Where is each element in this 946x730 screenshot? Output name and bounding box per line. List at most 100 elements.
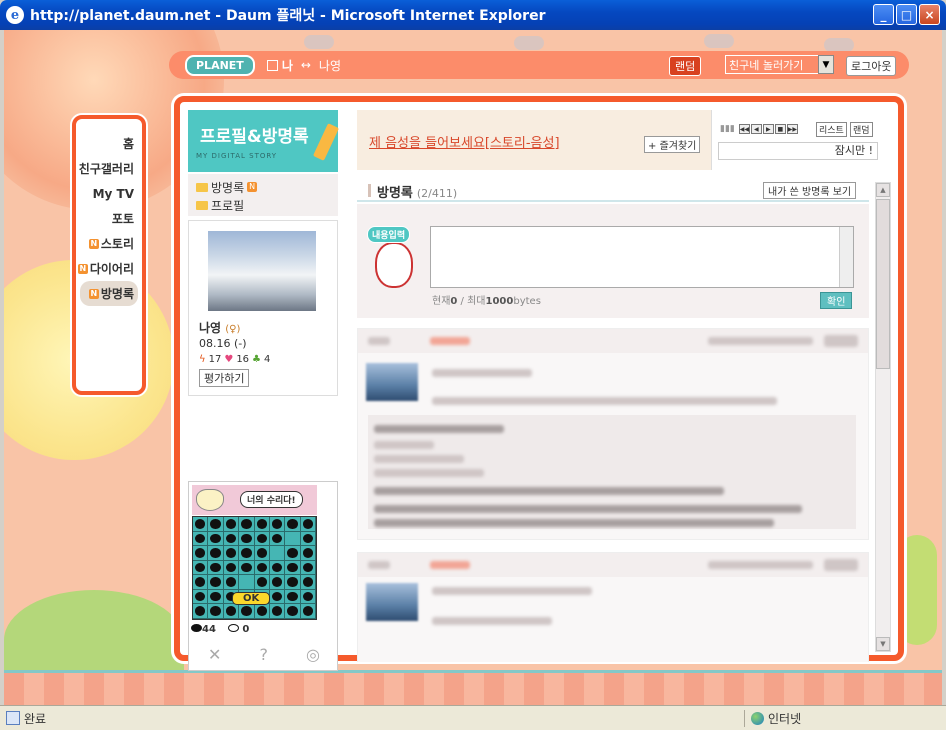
board-cell[interactable] (193, 604, 209, 619)
board-cell[interactable] (254, 604, 270, 619)
board-cell[interactable] (223, 604, 240, 619)
ok-button[interactable]: OK (232, 592, 271, 605)
board-cell[interactable] (193, 517, 209, 532)
board-cell[interactable] (300, 575, 316, 590)
play-icon[interactable]: ▶ (762, 124, 774, 134)
board-cell[interactable] (223, 575, 240, 590)
board-cell[interactable] (223, 546, 240, 561)
board-cell[interactable] (285, 517, 301, 532)
random-button[interactable]: 랜덤 (669, 56, 702, 76)
board-cell[interactable] (208, 531, 224, 547)
board-cell[interactable] (254, 517, 270, 532)
scroll-down-icon[interactable]: ▼ (876, 637, 890, 651)
nav-me-link[interactable]: 나 (282, 57, 293, 74)
add-favorite-button[interactable]: + 즐겨찾기 (644, 136, 701, 153)
entry-action-blurred[interactable] (824, 335, 858, 347)
restart-icon[interactable]: ◎ (306, 645, 320, 664)
board-cell[interactable] (208, 560, 224, 576)
menu-item-home[interactable]: 홈 (76, 131, 142, 156)
board-cell[interactable] (269, 517, 286, 532)
board-cell[interactable] (285, 531, 301, 547)
my-guestbook-button[interactable]: 내가 쓴 방명록 보기 (763, 182, 857, 199)
quit-icon[interactable]: ✕ (208, 645, 221, 664)
maximize-button[interactable]: □ (896, 4, 917, 25)
prev-icon[interactable]: ◀◀ (738, 124, 750, 134)
profile-link[interactable]: 프로필 (196, 196, 330, 214)
board-cell[interactable] (285, 575, 301, 590)
board-cell[interactable] (193, 575, 209, 590)
board-cell[interactable] (254, 546, 270, 561)
board-cell[interactable] (300, 604, 316, 619)
board-cell[interactable] (193, 546, 209, 561)
board-cell[interactable] (269, 589, 286, 605)
minimize-button[interactable]: _ (873, 4, 894, 25)
rate-button[interactable]: 평가하기 (199, 369, 250, 387)
confirm-button[interactable]: 확인 (820, 292, 853, 309)
menu-item-photo[interactable]: 포토 (76, 206, 142, 231)
board-cell[interactable] (208, 546, 224, 561)
scroll-thumb[interactable] (876, 199, 890, 369)
board-cell[interactable] (300, 589, 316, 605)
textarea-scrollbar[interactable] (839, 227, 853, 287)
board-cell[interactable] (193, 531, 209, 547)
board-cell[interactable] (223, 517, 240, 532)
board-cell[interactable] (239, 546, 255, 561)
board-cell[interactable] (208, 604, 224, 619)
board-cell[interactable] (269, 575, 286, 590)
board-cell[interactable] (269, 604, 286, 619)
scroll-up-icon[interactable]: ▲ (876, 183, 890, 197)
entry-thumbnail (366, 583, 418, 621)
nav-user-link[interactable]: 나영 (319, 57, 341, 74)
board-cell[interactable] (239, 517, 255, 532)
board-cell[interactable] (285, 604, 301, 619)
white-stone-icon (227, 624, 239, 632)
board-cell[interactable] (223, 560, 240, 576)
rewind-icon[interactable]: ◀ (750, 124, 762, 134)
menu-item-diary[interactable]: N 다이어리 (76, 256, 142, 281)
board-cell[interactable] (285, 546, 301, 561)
board-cell[interactable] (269, 546, 286, 561)
close-button[interactable]: × (919, 4, 940, 25)
board-cell[interactable] (300, 560, 316, 576)
chevron-down-icon[interactable]: ▼ (818, 55, 834, 74)
playlist-button[interactable]: 리스트 (816, 122, 847, 137)
menu-item-mytv[interactable]: My TV (76, 181, 142, 206)
menu-item-friend-gallery[interactable]: 친구갤러리 (76, 156, 142, 181)
board-cell[interactable] (269, 531, 286, 547)
board-cell[interactable] (208, 517, 224, 532)
board-cell[interactable] (193, 589, 209, 605)
shuffle-button[interactable]: 랜덤 (850, 122, 873, 137)
help-icon[interactable]: ? (259, 645, 268, 664)
profile-photo[interactable] (208, 231, 316, 311)
music-title-link[interactable]: 제 음성을 들어보세요[스토리-음성] (369, 132, 560, 151)
friend-select[interactable]: 친구네 놀러가기 ▼ (725, 55, 834, 74)
guestbook-link[interactable]: 방명록 N (196, 178, 330, 196)
board-cell[interactable] (239, 560, 255, 576)
board-cell[interactable] (300, 517, 316, 532)
board-cell[interactable] (285, 589, 301, 605)
menu-item-story[interactable]: N 스토리 (76, 231, 142, 256)
stop-icon[interactable]: ■ (774, 124, 786, 134)
board-cell[interactable] (239, 575, 255, 590)
menu-item-guestbook[interactable]: N 방명록 (80, 281, 138, 306)
next-icon[interactable]: ▶▶ (786, 124, 798, 134)
board-cell[interactable] (254, 531, 270, 547)
board-cell[interactable] (254, 560, 270, 576)
board-cell[interactable] (239, 531, 255, 547)
board-cell[interactable] (300, 546, 316, 561)
guestbook-textarea[interactable] (430, 226, 854, 288)
guestbook-scrollbar[interactable]: ▲ ▼ (875, 182, 891, 652)
board-cell[interactable] (193, 560, 209, 576)
board-cell[interactable] (254, 575, 270, 590)
entry-action-blurred[interactable] (824, 559, 858, 571)
planet-logo[interactable]: PLANET (185, 54, 255, 76)
logout-button[interactable]: 로그아웃 (846, 56, 897, 76)
home-icon[interactable] (266, 59, 278, 71)
board-cell[interactable] (208, 575, 224, 590)
board-cell[interactable] (269, 560, 286, 576)
board-cell[interactable] (300, 531, 316, 547)
board-cell[interactable] (239, 604, 255, 619)
board-cell[interactable] (285, 560, 301, 576)
board-cell[interactable] (223, 531, 240, 547)
board-cell[interactable] (208, 589, 224, 605)
